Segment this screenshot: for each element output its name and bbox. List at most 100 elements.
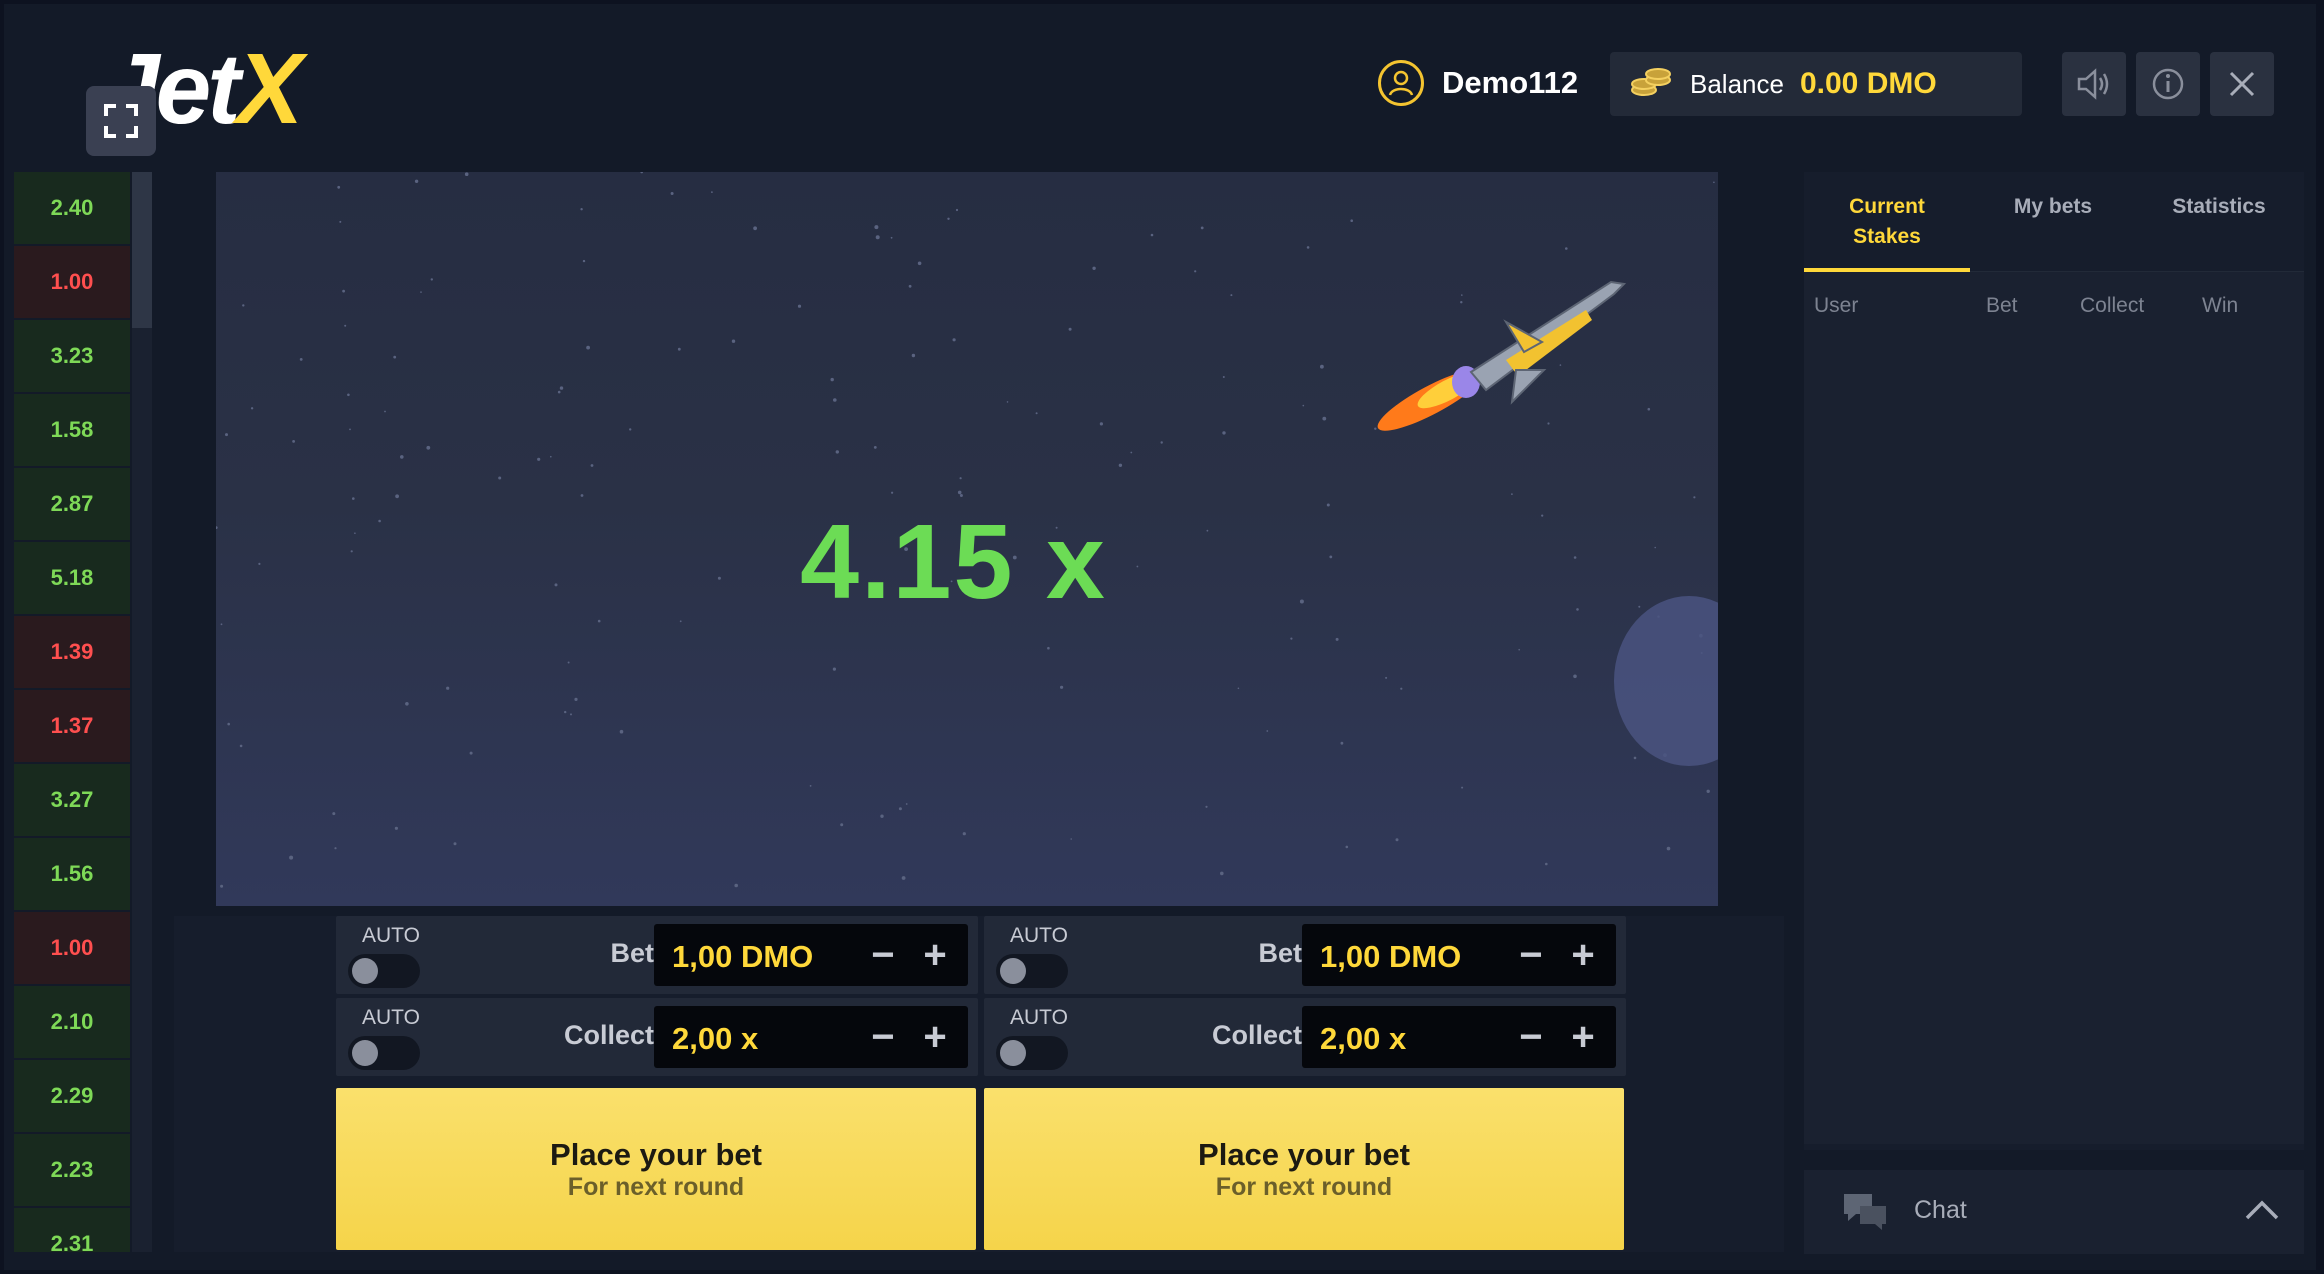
- collect-decrease-button[interactable]: −: [864, 1017, 902, 1057]
- history-item: 2.10: [14, 986, 130, 1058]
- star: [1706, 789, 1710, 793]
- bet-decrease-button[interactable]: −: [1512, 935, 1550, 975]
- star: [498, 476, 502, 480]
- close-button[interactable]: [2210, 52, 2274, 116]
- star: [339, 220, 342, 223]
- star: [1060, 685, 1064, 689]
- star: [242, 304, 245, 307]
- place-bet-button[interactable]: Place your bet For next round: [984, 1088, 1624, 1250]
- sound-button[interactable]: [2062, 52, 2126, 116]
- star: [1395, 838, 1399, 842]
- star: [1006, 401, 1009, 403]
- history-item: 1.39: [14, 616, 130, 688]
- star: [753, 226, 757, 231]
- collect-label: Collect: [563, 1020, 654, 1050]
- star: [400, 455, 404, 459]
- star: [890, 236, 893, 239]
- star: [905, 803, 908, 805]
- star: [570, 713, 572, 716]
- star: [1047, 646, 1050, 650]
- star: [405, 702, 409, 706]
- chat-bar[interactable]: Chat: [1804, 1170, 2304, 1254]
- star: [1545, 862, 1548, 866]
- tab-statistics[interactable]: Statistics: [2136, 192, 2302, 222]
- bet-decrease-button[interactable]: −: [864, 935, 902, 975]
- jet-plane-icon: [1377, 280, 1627, 431]
- sound-icon: [2077, 68, 2109, 100]
- history-scroll-thumb[interactable]: [132, 172, 152, 328]
- star: [833, 398, 837, 402]
- chevron-up-icon[interactable]: [2244, 1198, 2280, 1222]
- star: [586, 345, 590, 350]
- star: [349, 428, 351, 431]
- star: [574, 697, 578, 702]
- star: [1322, 416, 1327, 421]
- auto-collect-label: AUTO: [1010, 1006, 1068, 1029]
- star: [1118, 463, 1123, 467]
- toggle-knob: [352, 1040, 378, 1066]
- place-bet-button[interactable]: Place your bet For next round: [336, 1088, 976, 1250]
- star: [873, 446, 877, 449]
- info-button[interactable]: [2136, 52, 2200, 116]
- star: [1230, 294, 1233, 297]
- info-icon: [2152, 68, 2184, 100]
- history-item: 1.56: [14, 838, 130, 910]
- collect-multiplier-value: 2,00 x: [1320, 1021, 1407, 1056]
- star: [582, 259, 586, 263]
- star: [1306, 246, 1310, 249]
- collect-decrease-button[interactable]: −: [1512, 1017, 1550, 1057]
- history-scrollbar[interactable]: [132, 172, 152, 1252]
- history-item: 2.29: [14, 1060, 130, 1132]
- bet-amount-field[interactable]: 1,00 DMO − +: [1302, 924, 1616, 986]
- collect-multiplier-field[interactable]: 2,00 x − +: [1302, 1006, 1616, 1068]
- collect-multiplier-field[interactable]: 2,00 x − +: [654, 1006, 968, 1068]
- tab-my-bets[interactable]: My bets: [1970, 192, 2136, 222]
- star: [352, 497, 355, 500]
- star: [1666, 846, 1671, 851]
- star: [891, 491, 894, 494]
- tab-label: Statistics: [2172, 195, 2266, 218]
- collect-increase-button[interactable]: +: [1564, 1017, 1602, 1057]
- auto-collect-toggle[interactable]: [996, 1036, 1068, 1070]
- star: [797, 304, 802, 308]
- auto-bet-toggle[interactable]: [348, 954, 420, 988]
- star: [559, 386, 564, 390]
- collect-increase-button[interactable]: +: [916, 1017, 954, 1057]
- star: [901, 876, 906, 880]
- history-item: 3.23: [14, 320, 130, 392]
- star: [1160, 441, 1163, 444]
- close-icon: [2229, 71, 2255, 97]
- star: [1099, 422, 1103, 426]
- star: [1290, 637, 1293, 640]
- history-item: 2.40: [14, 172, 130, 244]
- star: [1345, 845, 1349, 849]
- star: [835, 450, 839, 454]
- place-bet-label: Place your bet: [1198, 1136, 1410, 1172]
- star: [426, 445, 431, 450]
- column-bet: Bet: [1986, 294, 2018, 317]
- star: [395, 494, 399, 499]
- star: [1565, 247, 1568, 250]
- history-item: 1.00: [14, 246, 130, 318]
- bet-amount-field[interactable]: 1,00 DMO − +: [654, 924, 968, 986]
- star: [911, 353, 916, 358]
- star: [1400, 687, 1403, 690]
- star: [898, 807, 902, 811]
- star: [464, 172, 469, 176]
- column-user: User: [1814, 294, 1859, 317]
- fullscreen-button[interactable]: [86, 86, 156, 156]
- star: [453, 842, 457, 846]
- stakes-table-header: User Bet Collect Win: [1804, 272, 2304, 338]
- star: [640, 172, 643, 174]
- bet-increase-button[interactable]: +: [1564, 935, 1602, 975]
- tab-current-stakes[interactable]: Current Stakes: [1804, 192, 1970, 252]
- star: [220, 884, 224, 888]
- game-canvas: 4.15 x: [216, 172, 1718, 906]
- star: [1222, 431, 1226, 435]
- bet-increase-button[interactable]: +: [916, 935, 954, 975]
- stakes-table-body: [1804, 338, 2304, 1144]
- auto-bet-toggle[interactable]: [996, 954, 1068, 988]
- auto-collect-toggle[interactable]: [348, 1036, 420, 1070]
- stakes-panel: Current Stakes My bets Statistics User B…: [1804, 172, 2304, 1150]
- star: [874, 225, 879, 230]
